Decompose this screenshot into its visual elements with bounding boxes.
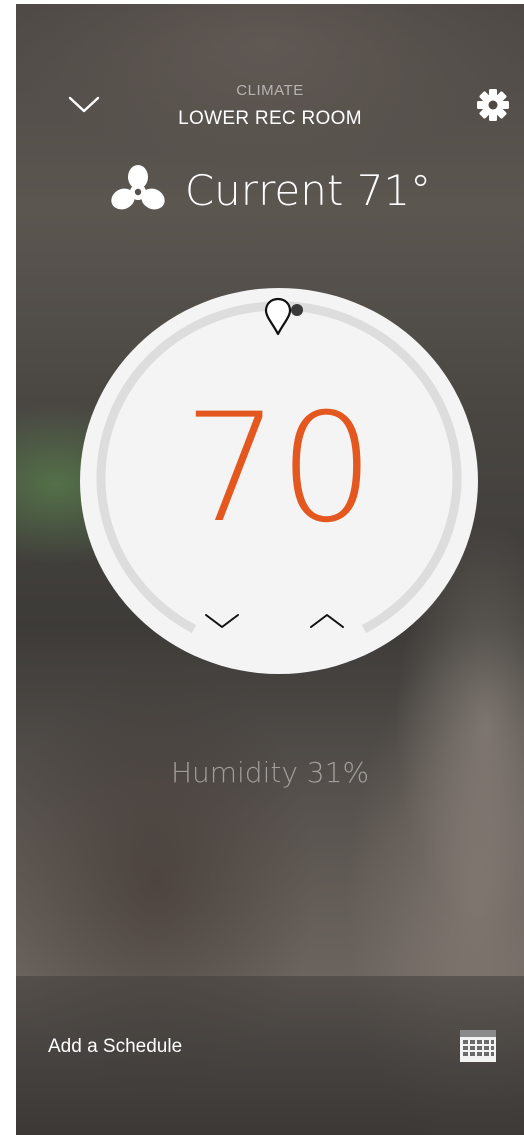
humidity-readout: Humidity 31% <box>170 756 370 789</box>
chevron-down-icon <box>205 614 239 628</box>
decrease-temperature-button[interactable] <box>202 609 242 633</box>
add-schedule-button[interactable]: Add a Schedule <box>48 1036 182 1058</box>
gear-icon <box>477 89 509 121</box>
calendar-icon <box>460 1030 496 1062</box>
climate-screen: CLIMATE LOWER REC ROOM Current 71° 70 Hu… <box>16 4 524 1135</box>
chevron-up-icon <box>310 614 344 628</box>
current-temperature: Current 71° <box>16 160 524 220</box>
increase-temperature-button[interactable] <box>307 609 347 633</box>
schedule-calendar-button[interactable] <box>458 1028 498 1064</box>
header: CLIMATE LOWER REC ROOM <box>16 4 524 144</box>
section-label: CLIMATE <box>236 82 304 99</box>
settings-button[interactable] <box>476 88 510 122</box>
footer-bar: Add a Schedule <box>16 976 524 1135</box>
fan-icon <box>111 165 165 210</box>
current-temperature-text: Current 71° <box>184 165 432 215</box>
room-name: LOWER REC ROOM <box>178 108 362 129</box>
thermostat-dial[interactable]: 70 <box>79 286 479 676</box>
map-pin-icon <box>264 297 292 336</box>
setpoint-temperature: 70 <box>183 382 375 556</box>
